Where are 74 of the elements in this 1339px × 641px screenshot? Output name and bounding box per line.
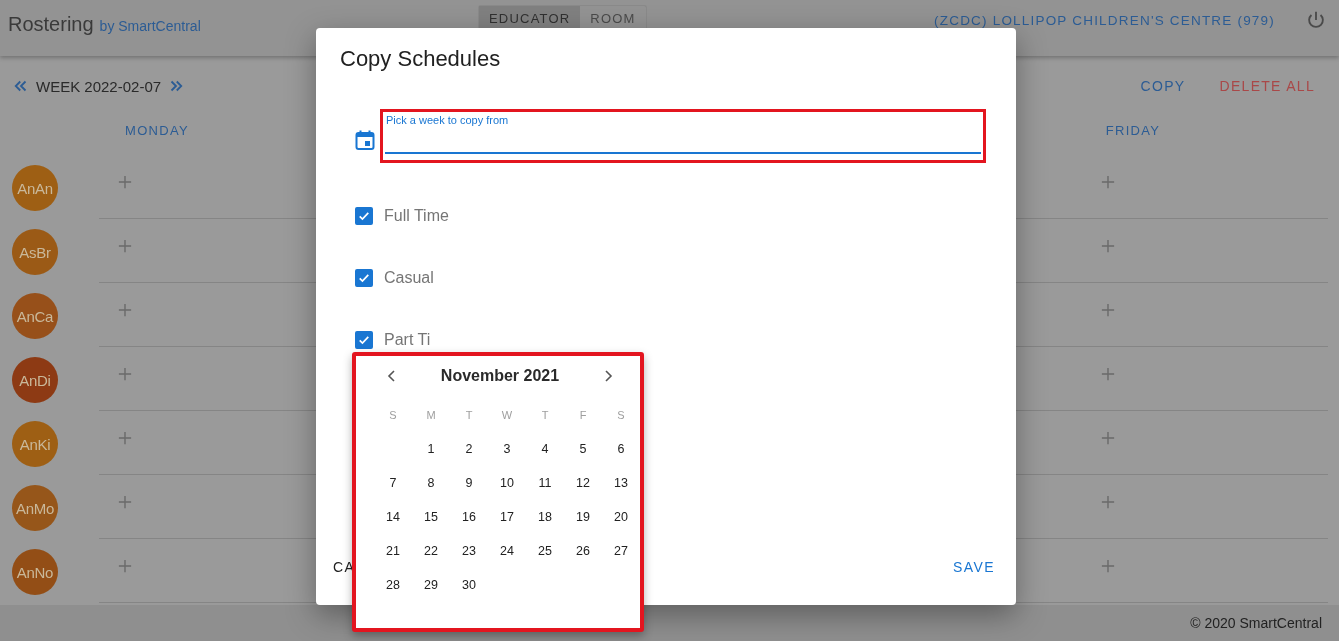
add-shift-icon[interactable] — [1101, 175, 1116, 189]
day-number[interactable]: 3 — [503, 442, 511, 456]
add-shift-icon[interactable] — [1101, 367, 1116, 381]
weekday-label: F — [579, 409, 587, 421]
add-shift-icon[interactable] — [118, 559, 132, 573]
add-shift-icon[interactable] — [118, 367, 132, 381]
day-number[interactable]: 13 — [614, 476, 628, 490]
day-header: FRIDAY — [1105, 122, 1161, 138]
month-title: November 2021 — [440, 367, 560, 385]
day-number[interactable]: 30 — [462, 578, 476, 592]
add-shift-icon[interactable] — [1101, 303, 1116, 317]
field-label: Pick a week to copy from — [386, 114, 509, 126]
day-number[interactable]: 28 — [386, 578, 400, 592]
add-shift-icon[interactable] — [1101, 495, 1116, 509]
day-number[interactable]: 17 — [500, 510, 514, 524]
weekday-label: W — [501, 409, 513, 421]
power-icon[interactable] — [1305, 9, 1327, 31]
day-number[interactable]: 1 — [427, 442, 435, 456]
checkbox-label: Part Ti — [384, 331, 431, 349]
day-number[interactable]: 20 — [614, 510, 628, 524]
add-shift-icon[interactable] — [118, 175, 132, 189]
checkbox[interactable] — [355, 207, 373, 225]
day-number[interactable]: 21 — [386, 544, 400, 558]
day-number[interactable]: 2 — [465, 442, 473, 456]
weekday-label: S — [389, 409, 397, 421]
weekday-label: S — [617, 409, 625, 421]
day-number[interactable]: 15 — [424, 510, 438, 524]
day-number[interactable]: 25 — [538, 544, 552, 558]
day-number[interactable]: 8 — [427, 476, 435, 490]
app-subtitle: by SmartCentral — [99, 18, 201, 34]
day-number[interactable]: 23 — [462, 544, 476, 558]
day-number[interactable]: 19 — [576, 510, 590, 524]
add-shift-icon[interactable] — [118, 431, 132, 445]
day-number[interactable]: 12 — [576, 476, 590, 490]
add-shift-icon[interactable] — [1101, 431, 1116, 445]
day-number[interactable]: 6 — [617, 442, 625, 456]
week-label: WEEK 2022-02-07 — [36, 77, 162, 95]
add-shift-icon[interactable] — [1101, 239, 1116, 253]
checkbox[interactable] — [355, 331, 373, 349]
day-number[interactable]: 26 — [576, 544, 590, 558]
day-header: MONDAY — [125, 122, 189, 138]
weekday-label: T — [465, 409, 473, 421]
checkbox[interactable] — [355, 269, 373, 287]
week-field[interactable]: Pick a week to copy from — [385, 114, 981, 158]
day-number[interactable]: 10 — [500, 476, 514, 490]
day-number[interactable]: 7 — [389, 476, 397, 490]
dialog-title: Copy Schedules — [340, 46, 502, 73]
calendar-icon[interactable] — [353, 128, 377, 152]
save-button[interactable]: SAVE — [953, 553, 995, 581]
day-number[interactable]: 24 — [500, 544, 514, 558]
check-icon — [357, 271, 371, 285]
weekday-label: M — [426, 409, 436, 421]
checkbox-label: Full Time — [384, 207, 449, 225]
check-icon — [357, 333, 371, 347]
copyright-text: © 2020 SmartCentral — [1190, 615, 1322, 631]
weekday-label: T — [541, 409, 549, 421]
app-title: Rostering — [8, 13, 94, 36]
add-shift-icon[interactable] — [118, 239, 132, 253]
day-number[interactable]: 22 — [424, 544, 438, 558]
day-number[interactable]: 16 — [462, 510, 476, 524]
day-number[interactable]: 5 — [579, 442, 587, 456]
day-number[interactable]: 14 — [386, 510, 400, 524]
day-number[interactable]: 29 — [424, 578, 438, 592]
check-icon — [357, 209, 371, 223]
checkbox-label: Casual — [384, 269, 434, 287]
day-number[interactable]: 27 — [614, 544, 628, 558]
day-number[interactable]: 18 — [538, 510, 552, 524]
day-number[interactable]: 4 — [541, 442, 549, 456]
add-shift-icon[interactable] — [118, 303, 132, 317]
educator-avatar[interactable]: AnDi — [12, 357, 58, 403]
day-number[interactable]: 11 — [538, 476, 552, 490]
add-shift-icon[interactable] — [118, 495, 132, 509]
day-number[interactable]: 9 — [465, 476, 473, 490]
add-shift-icon[interactable] — [1101, 559, 1116, 573]
